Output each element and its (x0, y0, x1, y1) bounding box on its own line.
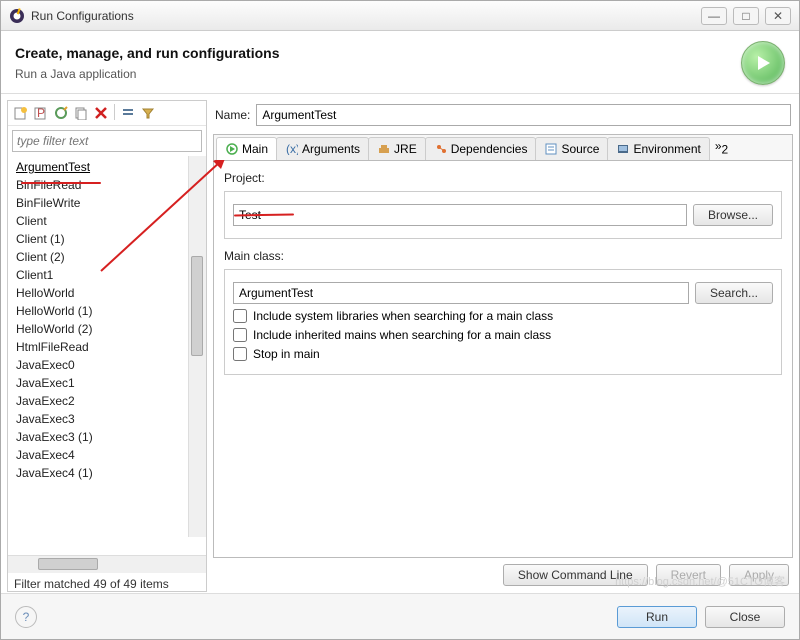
name-input[interactable] (256, 104, 791, 126)
tab-dependencies[interactable]: Dependencies (425, 137, 537, 160)
tree-item[interactable]: BinFileWrite (14, 194, 200, 212)
header-title: Create, manage, and run configurations (15, 45, 741, 61)
tree-item[interactable]: HtmlFileRead (14, 338, 200, 356)
new-config-icon[interactable] (12, 104, 30, 122)
filter-box (12, 130, 202, 152)
collapse-icon[interactable] (119, 104, 137, 122)
tab-main[interactable]: Main (216, 137, 277, 160)
mainclass-group: Search... Include system libraries when … (224, 269, 782, 375)
jre-icon (377, 142, 391, 156)
window-title: Run Configurations (31, 9, 701, 23)
tab-source[interactable]: Source (535, 137, 608, 160)
tree-hscroll[interactable] (8, 555, 206, 573)
svg-text:P: P (37, 106, 45, 120)
tree-item[interactable]: JavaExec3 (1) (14, 428, 200, 446)
export-icon[interactable] (52, 104, 70, 122)
dialog-footer: ? Run Close (1, 593, 799, 639)
revert-button[interactable]: Revert (656, 564, 721, 586)
mainclass-input[interactable] (233, 282, 689, 304)
filter-input[interactable] (12, 130, 202, 152)
filter-status: Filter matched 49 of 49 items (8, 573, 206, 591)
project-input[interactable] (233, 204, 687, 226)
close-button[interactable]: Close (705, 606, 785, 628)
new-proto-icon[interactable]: P (32, 104, 50, 122)
action-bar: Show Command Line Revert Apply (213, 558, 793, 592)
tree-item[interactable]: Client1 (14, 266, 200, 284)
svg-text:(x)=: (x)= (286, 143, 298, 155)
search-button[interactable]: Search... (695, 282, 773, 304)
chk-system-libs[interactable]: Include system libraries when searching … (233, 309, 773, 323)
run-button[interactable]: Run (617, 606, 697, 628)
run-big-icon (741, 41, 785, 85)
env-icon (616, 142, 630, 156)
tab-bar: Main (x)=Arguments JRE Dependencies Sour… (213, 134, 793, 160)
tab-jre[interactable]: JRE (368, 137, 426, 160)
delete-icon[interactable] (92, 104, 110, 122)
tree-item[interactable]: JavaExec4 (1) (14, 464, 200, 482)
minimize-button[interactable]: — (701, 7, 727, 25)
tree-item[interactable]: JavaExec3 (14, 410, 200, 428)
help-button[interactable]: ? (15, 606, 37, 628)
mainclass-label: Main class: (224, 249, 782, 263)
chk-inherited-mains[interactable]: Include inherited mains when searching f… (233, 328, 773, 342)
tree-item[interactable]: Client (2) (14, 248, 200, 266)
show-cmdline-button[interactable]: Show Command Line (503, 564, 648, 586)
tree-item[interactable]: Client (1) (14, 230, 200, 248)
tree-item[interactable]: HelloWorld (1) (14, 302, 200, 320)
tree-item[interactable]: Client (14, 212, 200, 230)
titlebar: Run Configurations — □ ✕ (1, 1, 799, 31)
app-icon (9, 8, 25, 24)
dialog-header: Create, manage, and run configurations R… (1, 31, 799, 94)
tree-item[interactable]: JavaExec4 (14, 446, 200, 464)
tab-environment[interactable]: Environment (607, 137, 709, 160)
window-controls: — □ ✕ (701, 7, 791, 25)
tree-item[interactable]: ArgumentTest (14, 158, 200, 176)
tree-item[interactable]: HelloWorld (2) (14, 320, 200, 338)
browse-button[interactable]: Browse... (693, 204, 773, 226)
duplicate-icon[interactable] (72, 104, 90, 122)
header-subtitle: Run a Java application (15, 67, 741, 81)
close-window-button[interactable]: ✕ (765, 7, 791, 25)
config-toolbar: P (8, 101, 206, 126)
filter-icon[interactable] (139, 104, 157, 122)
left-panel: P ArgumentTest BinFileRead BinFileWrite … (7, 100, 207, 592)
deps-icon (434, 142, 448, 156)
run-icon (225, 142, 239, 156)
project-label: Project: (224, 171, 782, 185)
name-label: Name: (215, 108, 250, 122)
config-tree[interactable]: ArgumentTest BinFileRead BinFileWrite Cl… (8, 156, 206, 555)
content-area: P ArgumentTest BinFileRead BinFileWrite … (1, 94, 799, 598)
tree-item[interactable]: JavaExec0 (14, 356, 200, 374)
tabs-overflow[interactable]: »2 (709, 135, 734, 160)
tree-item[interactable]: JavaExec2 (14, 392, 200, 410)
args-icon: (x)= (285, 142, 299, 156)
project-group: Browse... (224, 191, 782, 239)
right-panel: Name: Main (x)=Arguments JRE Dependencie… (213, 100, 793, 592)
tab-body-main: Project: Browse... Main class: Search...… (213, 160, 793, 558)
tree-vscroll[interactable] (188, 156, 206, 537)
maximize-button[interactable]: □ (733, 7, 759, 25)
chk-stop-main[interactable]: Stop in main (233, 347, 773, 361)
tree-item[interactable]: JavaExec1 (14, 374, 200, 392)
source-icon (544, 142, 558, 156)
tree-item[interactable]: BinFileRead (14, 176, 200, 194)
apply-button[interactable]: Apply (729, 564, 789, 586)
tree-item[interactable]: HelloWorld (14, 284, 200, 302)
tab-arguments[interactable]: (x)=Arguments (276, 137, 369, 160)
separator (114, 104, 115, 120)
